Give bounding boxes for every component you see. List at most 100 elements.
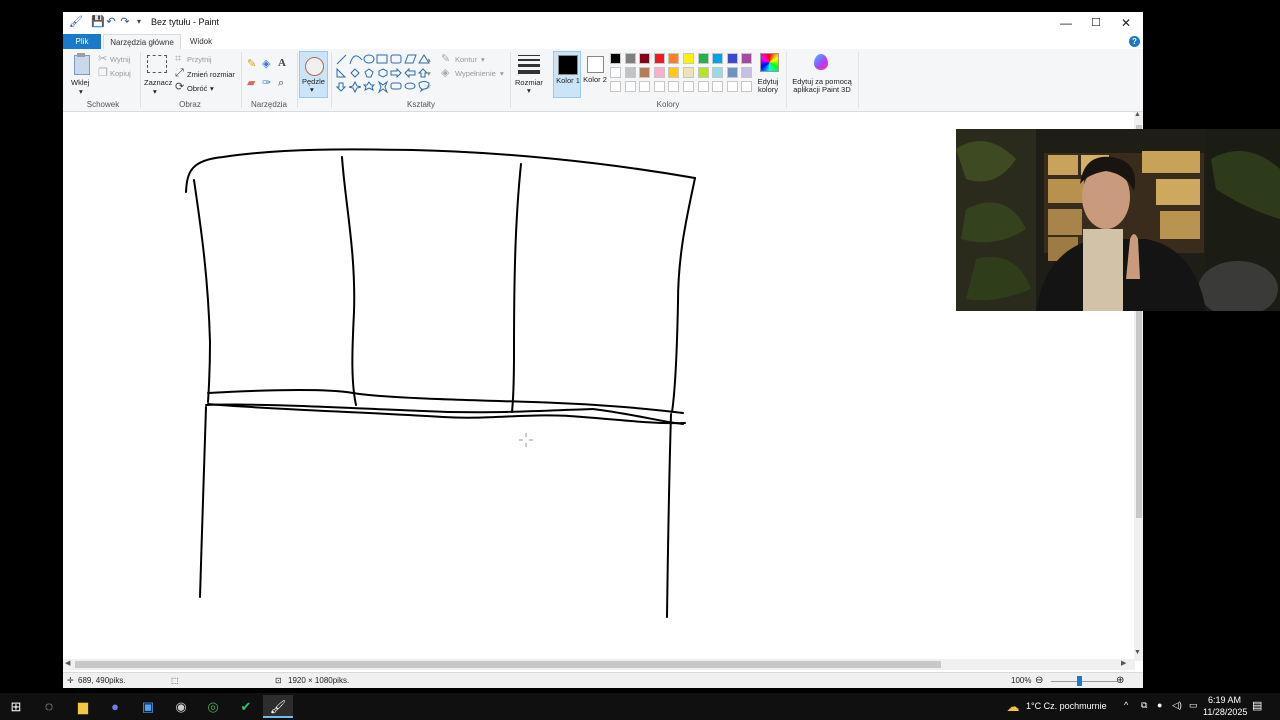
palette-swatch-empty[interactable] xyxy=(741,81,753,92)
color-picker-icon[interactable]: ✑ xyxy=(262,77,271,89)
start-button-icon[interactable]: ⊞ xyxy=(1,695,31,718)
brushes-button[interactable]: Pędzle ▾ xyxy=(299,51,328,98)
chrome-icon[interactable]: ◎ xyxy=(198,695,228,718)
rotate-button[interactable]: Obróć xyxy=(187,84,207,93)
fill-bucket-icon[interactable]: ◈ xyxy=(262,58,270,70)
tab-file[interactable]: Plik xyxy=(63,34,101,49)
select-button[interactable]: Zaznacz xyxy=(144,78,172,87)
maximize-button[interactable]: ☐ xyxy=(1081,12,1111,34)
size-dropdown-icon[interactable]: ▾ xyxy=(527,86,531,95)
palette-swatch-empty[interactable] xyxy=(639,81,651,92)
palette-swatch[interactable] xyxy=(639,53,651,64)
display-icon[interactable]: ▭ xyxy=(1189,700,1198,711)
color2-button[interactable]: Kolor 2 xyxy=(582,51,608,96)
shapes-more-icon[interactable]: ▿ xyxy=(427,82,431,91)
outline-dropdown-icon[interactable]: ▾ xyxy=(481,55,485,64)
tab-view[interactable]: Widok xyxy=(183,34,219,49)
palette-swatch[interactable] xyxy=(683,53,694,64)
minimize-button[interactable]: — xyxy=(1051,12,1081,34)
palette-swatch-empty[interactable] xyxy=(610,81,621,92)
scroll-left-arrow-icon[interactable]: ◀ xyxy=(65,659,70,667)
palette-swatch[interactable] xyxy=(624,53,636,64)
weather-text[interactable]: 1°C Cz. pochmurnie xyxy=(1026,701,1107,711)
scroll-up-arrow-icon[interactable]: ▲ xyxy=(1134,111,1141,118)
color1-button[interactable]: Kolor 1 xyxy=(553,51,581,98)
palette-swatch[interactable] xyxy=(668,53,680,64)
task-view-icon[interactable]: ◌ xyxy=(34,695,64,718)
paste-icon[interactable] xyxy=(71,53,93,81)
palette-swatch-empty[interactable] xyxy=(653,81,665,92)
palette-swatch[interactable] xyxy=(610,67,621,78)
cut-button[interactable]: Wytnij xyxy=(110,55,130,64)
volume-icon[interactable]: ◁) xyxy=(1172,700,1182,711)
zoom-out-icon[interactable]: ⊖ xyxy=(1035,675,1043,686)
outline-button[interactable]: Kontur xyxy=(455,55,477,64)
copy-button[interactable]: Kopiuj xyxy=(110,69,131,78)
palette-swatch[interactable] xyxy=(668,67,680,78)
show-hidden-icons-icon[interactable]: ^ xyxy=(1124,700,1128,710)
palette-swatch[interactable] xyxy=(624,67,636,78)
palette-swatch-empty[interactable] xyxy=(668,81,680,92)
obs-icon[interactable]: ◉ xyxy=(166,695,196,718)
clock-time[interactable]: 6:19 AM xyxy=(1208,695,1241,705)
shapes-gallery[interactable] xyxy=(334,52,434,94)
palette-swatch[interactable] xyxy=(697,53,709,64)
zoom-slider-thumb[interactable] xyxy=(1077,676,1082,686)
palette-swatch[interactable] xyxy=(726,67,738,78)
weather-icon[interactable]: ☁ xyxy=(998,695,1028,718)
shapes-scroll-up-icon[interactable]: ▴ xyxy=(427,55,431,64)
palette-swatch[interactable] xyxy=(697,67,709,78)
select-icon[interactable] xyxy=(147,55,167,73)
palette-swatch-empty[interactable] xyxy=(712,81,724,92)
close-button[interactable]: ✕ xyxy=(1111,12,1141,34)
redo-icon[interactable]: ↷ xyxy=(119,16,131,28)
palette-swatch[interactable] xyxy=(712,67,724,78)
palette-swatch-empty[interactable] xyxy=(697,81,709,92)
customize-quick-access-icon[interactable]: ▾ xyxy=(133,16,145,28)
pencil-icon[interactable]: ✎ xyxy=(247,58,256,70)
palette-swatch[interactable] xyxy=(653,53,665,64)
fill-dropdown-icon[interactable]: ▾ xyxy=(500,69,504,78)
zoom-in-icon[interactable]: ⊕ xyxy=(1116,675,1124,686)
palette-swatch[interactable] xyxy=(712,53,724,64)
palette-swatch[interactable] xyxy=(726,53,738,64)
paint-taskbar-icon[interactable]: 🖌 xyxy=(263,695,293,718)
clock-date[interactable]: 11/28/2025 xyxy=(1203,707,1247,717)
palette-swatch[interactable] xyxy=(741,53,753,64)
fill-button[interactable]: Wypełnienie xyxy=(455,69,496,78)
microphone-icon[interactable]: ● xyxy=(1157,700,1162,710)
edit-colors-icon[interactable] xyxy=(760,53,779,72)
save-icon[interactable]: 💾 xyxy=(91,16,105,28)
palette-swatch-empty[interactable] xyxy=(624,81,636,92)
undo-icon[interactable]: ↶ xyxy=(105,16,117,28)
zoom-slider[interactable] xyxy=(1051,681,1117,682)
crop-button[interactable]: Przytnij xyxy=(187,55,212,64)
file-explorer-icon[interactable]: ▆ xyxy=(68,695,98,718)
magnifier-icon[interactable]: ⌕ xyxy=(278,77,284,89)
shapes-scroll-down-icon[interactable]: ▾ xyxy=(427,69,431,78)
palette-swatch-empty[interactable] xyxy=(726,81,738,92)
paint3d-button[interactable]: Edytuj za pomocą aplikacji Paint 3D xyxy=(789,78,855,94)
tab-home[interactable]: Narzędzia główne xyxy=(103,34,181,50)
paste-button[interactable]: Wklej xyxy=(71,78,89,87)
paste-dropdown-icon[interactable]: ▾ xyxy=(79,87,83,96)
palette-swatch[interactable] xyxy=(639,67,651,78)
edit-colors-button[interactable]: Edytuj kolory xyxy=(753,78,783,94)
discord-icon[interactable]: ● xyxy=(100,695,130,718)
rotate-dropdown-icon[interactable]: ▾ xyxy=(210,84,214,93)
resize-button[interactable]: Zmień rozmiar xyxy=(187,70,235,79)
help-icon[interactable]: ? xyxy=(1129,36,1140,47)
paint3d-icon[interactable] xyxy=(814,54,828,70)
scroll-right-arrow-icon[interactable]: ▶ xyxy=(1121,659,1126,667)
calendar-app-icon[interactable]: ▣ xyxy=(133,695,163,718)
notification-center-icon[interactable]: ▤ xyxy=(1252,699,1262,712)
palette-swatch[interactable] xyxy=(741,67,753,78)
palette-swatch[interactable] xyxy=(610,53,621,64)
palette-swatch[interactable] xyxy=(653,67,665,78)
horizontal-scroll-thumb[interactable] xyxy=(75,661,941,668)
eraser-icon[interactable]: ▰ xyxy=(247,77,255,89)
select-dropdown-icon[interactable]: ▾ xyxy=(153,87,157,96)
text-tool-icon[interactable]: A xyxy=(278,57,286,69)
network-icon[interactable]: ⧉ xyxy=(1141,700,1147,711)
app-icon-green[interactable]: ✔ xyxy=(231,695,261,718)
